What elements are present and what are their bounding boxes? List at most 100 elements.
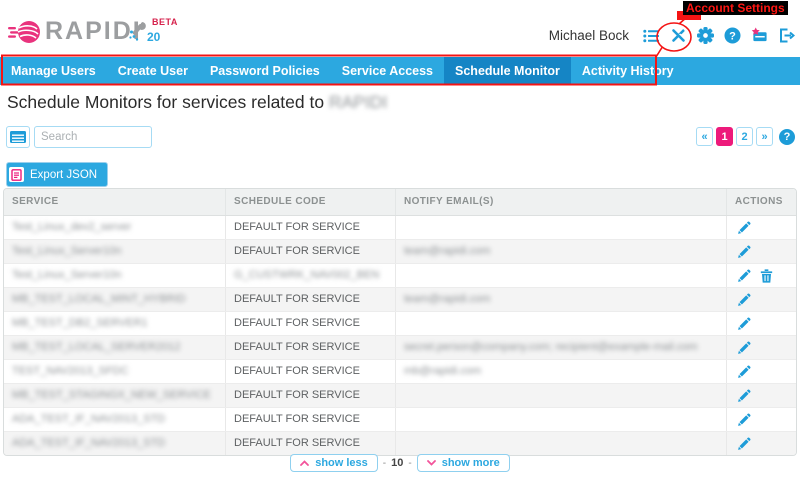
- beta-badge: BETA: [152, 17, 178, 27]
- table-body: Test_Linux_dev2_server DEFAULT FOR SERVIC…: [4, 216, 796, 455]
- export-json-label: Export JSON: [30, 168, 98, 181]
- edit-button[interactable]: [737, 317, 751, 331]
- service-name: Test_Linux_Server10n: [12, 269, 122, 281]
- schedule-code-cell: DEFAULT FOR SERVICE: [225, 216, 395, 239]
- account-settings-tools-icon[interactable]: [670, 27, 687, 44]
- schedule-code: DEFAULT FOR SERVICE: [234, 413, 360, 425]
- edit-pencil-icon: [738, 365, 751, 378]
- actions-cell: [726, 240, 796, 263]
- notify-email-cell: [395, 432, 726, 455]
- table-row: MB_TEST_LOCAL_MINT_HYBRID DEFAULT FOR SER…: [4, 287, 796, 311]
- rapidi-logo: RAPIDI: [8, 17, 142, 46]
- service-cell: MB_TEST_LOCAL_MINT_HYBRID: [4, 288, 225, 311]
- notify-email-cell: mb@rapidi.com: [395, 360, 726, 383]
- footer-separator: -: [408, 457, 412, 469]
- service-name: Test_Linux_dev2_server: [12, 221, 132, 233]
- header-actions: Michael Bock ?: [549, 27, 795, 44]
- export-json-button[interactable]: Export JSON: [6, 162, 109, 187]
- page-size-count: 10: [391, 457, 404, 469]
- delete-button[interactable]: [760, 268, 773, 283]
- notify-email-cell: [395, 384, 726, 407]
- edit-pencil-icon: [738, 413, 751, 426]
- table-view-button[interactable]: [6, 126, 30, 148]
- service-cell: Test_Linux_Server10n: [4, 240, 225, 263]
- edit-button[interactable]: [737, 437, 751, 451]
- table-row: ADA_TEST_IF_NAV2013_STD DEFAULT FOR SERVI…: [4, 431, 796, 455]
- schedule-code-cell: DEFAULT FOR SERVICE: [225, 312, 395, 335]
- notify-email: secret.person@company.com; recipient@exa…: [404, 341, 698, 353]
- schedule-code: DEFAULT FOR SERVICE: [234, 317, 360, 329]
- edit-button[interactable]: [737, 365, 751, 379]
- notify-email-cell: [395, 264, 726, 287]
- page-title-redacted: RAPIDI: [328, 92, 388, 112]
- table-header-row: SERVICE SCHEDULE CODE NOTIFY EMAIL(S) ACTIO…: [4, 189, 796, 216]
- table-row: Test_Linux_Server10n G_CUSTWRK_NAV002_BEN: [4, 263, 796, 287]
- nav-tab-password-policies[interactable]: Password Policies: [199, 57, 331, 85]
- nav-tab-activity-history[interactable]: Activity History: [571, 57, 685, 85]
- edit-button[interactable]: [737, 341, 751, 355]
- edit-button[interactable]: [737, 269, 751, 283]
- beta-version: 20: [147, 30, 161, 44]
- schedule-code: DEFAULT FOR SERVICE: [234, 245, 360, 257]
- service-cell: MB_TEST_STAGINGX_NEW_SERVICE: [4, 384, 225, 407]
- schedule-code: DEFAULT FOR SERVICE: [234, 221, 360, 233]
- table-icon: [10, 131, 26, 143]
- actions-cell: [726, 384, 796, 407]
- svg-text:?: ?: [729, 30, 736, 42]
- trash-icon: [760, 268, 773, 283]
- pagination-help-icon[interactable]: ?: [779, 128, 795, 145]
- nav-bar: Manage Users Create User Password Policies…: [0, 57, 800, 85]
- schedule-code: DEFAULT FOR SERVICE: [234, 389, 360, 401]
- pagination-prev-button[interactable]: «: [696, 127, 713, 146]
- nav-tab-schedule-monitor[interactable]: Schedule Monitor: [444, 57, 571, 85]
- pagination-page-1[interactable]: 1: [716, 127, 733, 146]
- schedule-code: DEFAULT FOR SERVICE: [234, 341, 360, 353]
- edit-button[interactable]: [737, 413, 751, 427]
- service-name: ADA_TEST_IF_NAV2013_STD: [12, 413, 166, 425]
- schedule-code-cell: DEFAULT FOR SERVICE: [225, 408, 395, 431]
- service-cell: MB_TEST_DB2_SERVER1: [4, 312, 225, 335]
- help-icon[interactable]: ?: [724, 27, 741, 44]
- edit-button[interactable]: [737, 221, 751, 235]
- show-more-label: show more: [441, 457, 500, 469]
- pagination-pages: 12: [716, 127, 753, 146]
- show-less-label: show less: [315, 457, 368, 469]
- show-less-button[interactable]: show less: [290, 454, 378, 472]
- gear-icon[interactable]: [697, 27, 714, 44]
- actions-cell: [726, 264, 796, 287]
- notify-email-cell: team@rapidi.com: [395, 288, 726, 311]
- edit-button[interactable]: [737, 293, 751, 307]
- schedule-code: DEFAULT FOR SERVICE: [234, 437, 360, 449]
- edit-pencil-icon: [738, 317, 751, 330]
- service-name: MB_TEST_LOCAL_SERVER2012: [12, 341, 181, 353]
- nav-tab-service-access[interactable]: Service Access: [331, 57, 444, 85]
- app-header: RAPIDI BETA 20 Michael Bock ?: [0, 0, 800, 57]
- pagination-page-2[interactable]: 2: [736, 127, 753, 146]
- edit-button[interactable]: [737, 389, 751, 403]
- chevron-down-icon: [426, 460, 436, 466]
- edit-button[interactable]: [737, 245, 751, 259]
- service-cell: Test_Linux_Server10n: [4, 264, 225, 287]
- schedule-code-cell: DEFAULT FOR SERVICE: [225, 432, 395, 455]
- list-icon[interactable]: [643, 27, 660, 44]
- schedule-code: DEFAULT FOR SERVICE: [234, 293, 360, 305]
- search-input[interactable]: [34, 126, 152, 148]
- user-name: Michael Bock: [548, 28, 629, 43]
- schedule-code-cell: G_CUSTWRK_NAV002_BEN: [225, 264, 395, 287]
- table-row: ADA_TEST_IF_NAV2013_STD DEFAULT FOR SERVI…: [4, 407, 796, 431]
- service-name: ADA_TEST_IF_NAV2013_STD: [12, 437, 166, 449]
- footer-separator: -: [382, 457, 387, 469]
- actions-cell: [726, 336, 796, 359]
- nav-tab-manage-users[interactable]: Manage Users: [0, 57, 107, 85]
- schedule-code-cell: DEFAULT FOR SERVICE: [225, 240, 395, 263]
- edit-pencil-icon: [738, 389, 751, 402]
- logout-icon[interactable]: [778, 27, 795, 44]
- whats-new-icon[interactable]: [751, 27, 768, 44]
- edit-pencil-icon: [738, 221, 751, 234]
- show-more-button[interactable]: show more: [416, 454, 510, 472]
- service-name: MB_TEST_LOCAL_MINT_HYBRID: [12, 293, 186, 305]
- nav-tab-create-user[interactable]: Create User: [107, 57, 199, 85]
- service-cell: TEST_NAV2013_SFDC: [4, 360, 225, 383]
- pagination-next-button[interactable]: »: [756, 127, 773, 146]
- edit-pencil-icon: [738, 245, 751, 258]
